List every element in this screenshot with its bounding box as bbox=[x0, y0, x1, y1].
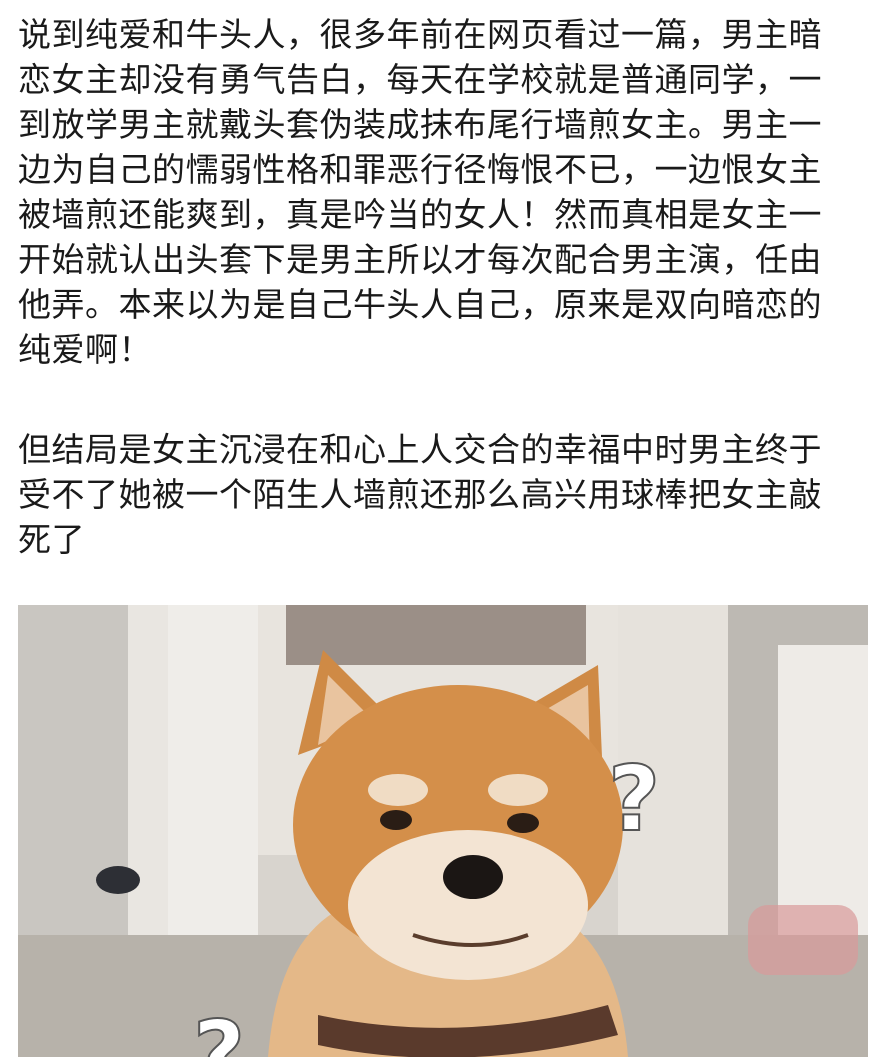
text-line: 死了 bbox=[18, 520, 85, 559]
paragraph-2: 但结局是女主沉浸在和心上人交合的幸福中时男主终于 受不了她被一个陌生人墙煎还那么… bbox=[18, 427, 874, 562]
text-line: 被墙煎还能爽到，真是吟当的女人！然而真相是女主一 bbox=[18, 195, 822, 234]
question-mark: ? bbox=[193, 1002, 245, 1057]
text-line: 纯爱啊！ bbox=[18, 330, 152, 369]
text-line: 他弄。本来以为是自己牛头人自己，原来是双向暗恋的 bbox=[18, 285, 822, 324]
question-mark: ? bbox=[608, 747, 660, 852]
text-line: 到放学男主就戴头套伪装成抹布尾行墙煎女主。男主一 bbox=[18, 105, 822, 144]
paragraph-1: 说到纯爱和牛头人，很多年前在网页看过一篇，男主暗 恋女主却没有勇气告白，每天在学… bbox=[18, 12, 874, 372]
post-image[interactable]: ? ? bbox=[18, 605, 868, 1057]
text-line: 受不了她被一个陌生人墙煎还那么高兴用球棒把女主敲 bbox=[18, 475, 822, 514]
post-body: 说到纯爱和牛头人，很多年前在网页看过一篇，男主暗 恋女主却没有勇气告白，每天在学… bbox=[18, 12, 874, 562]
text-line: 开始就认出头套下是男主所以才每次配合男主演，任由 bbox=[18, 240, 822, 279]
text-line: 边为自己的懦弱性格和罪恶行径悔恨不已，一边恨女主 bbox=[18, 150, 822, 189]
shiba-inu-photo: ? ? bbox=[18, 605, 868, 1057]
text-line: 说到纯爱和牛头人，很多年前在网页看过一篇，男主暗 bbox=[18, 15, 822, 54]
text-line: 但结局是女主沉浸在和心上人交合的幸福中时男主终于 bbox=[18, 430, 822, 469]
text-line: 恋女主却没有勇气告白，每天在学校就是普通同学，一 bbox=[18, 60, 822, 99]
